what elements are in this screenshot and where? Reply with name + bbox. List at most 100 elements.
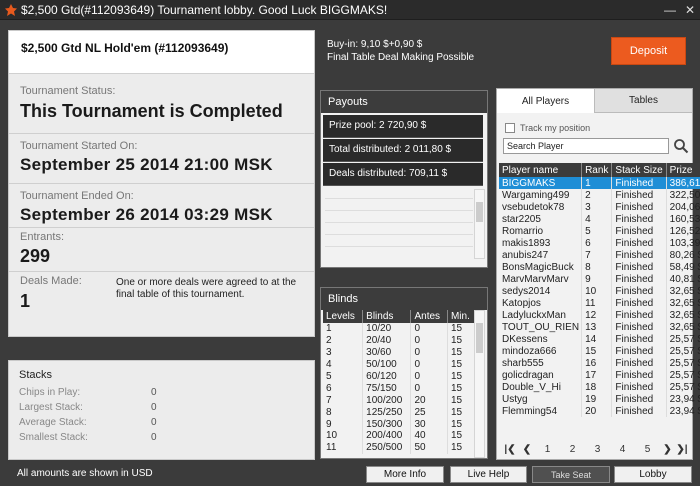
player-row[interactable]: DKessens 14 Finished 25,57 $ bbox=[499, 333, 700, 345]
blinds-cell: 60/120 bbox=[362, 370, 412, 383]
status-label: Tournament Status: bbox=[20, 85, 116, 97]
track-checkbox[interactable] bbox=[505, 123, 515, 133]
player-cell: golicdragan bbox=[499, 369, 583, 381]
more-info-button[interactable]: More Info bbox=[366, 466, 444, 483]
live-help-button[interactable]: Live Help bbox=[450, 466, 527, 483]
player-cell: 32,65 $ bbox=[666, 285, 700, 297]
player-row[interactable]: LadyluckxMan 12 Finished 32,65 $ bbox=[499, 309, 700, 321]
player-cell: MarvMarvMarv bbox=[499, 273, 583, 285]
blinds-row: 5 60/120 0 15 bbox=[323, 370, 478, 383]
player-row[interactable]: Flemming54 20 Finished 23,94 $ bbox=[499, 405, 700, 417]
col-player-name[interactable]: Player name bbox=[499, 163, 583, 177]
player-cell: Finished bbox=[611, 357, 667, 369]
scroll-thumb[interactable] bbox=[476, 323, 483, 353]
next-page-icon[interactable]: ❯ bbox=[660, 444, 675, 455]
status-value: This Tournament is Completed bbox=[20, 101, 283, 121]
page-1[interactable]: 1 bbox=[535, 444, 560, 455]
search-player-input[interactable] bbox=[503, 138, 669, 154]
player-row[interactable]: star22054Finished160,53 $ bbox=[499, 213, 700, 225]
track-position[interactable]: Track my position bbox=[505, 123, 590, 133]
player-row[interactable]: makis18936Finished103,39 $ bbox=[499, 237, 700, 249]
page-4[interactable]: 4 bbox=[610, 444, 635, 455]
tab-all-players[interactable]: All Players bbox=[497, 89, 595, 113]
player-cell: Ustyg bbox=[499, 393, 583, 405]
blinds-cell: 20/40 bbox=[362, 334, 412, 347]
blinds-cell: 15 bbox=[447, 346, 478, 359]
blinds-cell: 20 bbox=[410, 394, 448, 407]
blinds-panel: Blinds Levels Blinds Antes Min. 1 10/20 0 1… bbox=[320, 287, 488, 459]
player-row[interactable]: Katopjos 11 Finished 32,65 $ bbox=[499, 297, 700, 309]
player-cell: 25,57 $ bbox=[666, 333, 700, 345]
player-row[interactable]: Romarrio5Finished126,52 $ bbox=[499, 225, 700, 237]
minimize-button[interactable]: — bbox=[660, 2, 680, 18]
close-button[interactable]: ✕ bbox=[680, 2, 700, 18]
deposit-button[interactable]: Deposit bbox=[611, 37, 686, 65]
page-5[interactable]: 5 bbox=[635, 444, 660, 455]
player-row[interactable]: mindoza666 15 Finished 25,57 $ bbox=[499, 345, 700, 357]
page-2[interactable]: 2 bbox=[560, 444, 585, 455]
col-min[interactable]: Min. bbox=[447, 310, 478, 323]
payouts-panel: Payouts Prize pool: 2 720,90 $ Total dis… bbox=[320, 90, 488, 268]
stack-row: Average Stack: 0 bbox=[19, 417, 304, 432]
player-row[interactable]: BIGGMAKS1Finished386,61 $ bbox=[499, 177, 700, 189]
lobby-button[interactable]: Lobby bbox=[614, 466, 692, 483]
player-cell: 32,65 $ bbox=[666, 309, 700, 321]
blinds-row: 4 50/100 0 15 bbox=[323, 358, 478, 371]
payout-row: Prize pool: 2 720,90 $ bbox=[323, 115, 483, 138]
col-blinds[interactable]: Blinds bbox=[362, 310, 412, 323]
page-3[interactable]: 3 bbox=[585, 444, 610, 455]
player-row[interactable]: anubis247 7 Finished 80,26 $ bbox=[499, 249, 700, 261]
blinds-row: 7 100/200 20 15 bbox=[323, 394, 478, 407]
col-levels[interactable]: Levels bbox=[323, 310, 364, 323]
blinds-cell: 50 bbox=[410, 441, 448, 454]
player-row[interactable]: Ustyg 19 Finished 23,94 $ bbox=[499, 393, 700, 405]
blinds-row: 11 250/500 50 15 bbox=[323, 441, 478, 454]
blinds-cell: 0 bbox=[410, 323, 448, 335]
player-cell: sharb555 bbox=[499, 357, 583, 369]
player-cell: 103,39 $ bbox=[666, 237, 700, 249]
player-row[interactable]: golicdragan 17 Finished 25,57 $ bbox=[499, 369, 700, 381]
player-row[interactable]: MarvMarvMarv 9 Finished 40,81 $ bbox=[499, 273, 700, 285]
first-page-icon[interactable]: |❮ bbox=[501, 444, 519, 455]
blinds-cell: 15 bbox=[447, 430, 478, 442]
player-cell: 9 bbox=[581, 273, 613, 285]
payouts-scrollbar[interactable] bbox=[474, 189, 485, 259]
player-cell: 23,94 $ bbox=[666, 405, 700, 417]
player-cell: 126,52 $ bbox=[666, 225, 700, 237]
player-row[interactable]: sharb555 16 Finished 25,57 $ bbox=[499, 357, 700, 369]
player-row[interactable]: sedys2014 10 Finished 32,65 $ bbox=[499, 285, 700, 297]
payout-row: Deals distributed: 709,11 $ bbox=[323, 163, 483, 186]
blinds-cell: 3 bbox=[323, 346, 364, 359]
player-cell: 80,26 $ bbox=[666, 249, 700, 261]
player-row[interactable]: vsebudetok783Finished204,06 $ bbox=[499, 201, 700, 213]
player-cell: 20 bbox=[581, 405, 613, 417]
player-row[interactable]: Double_V_Hi 18 Finished 25,57 $ bbox=[499, 381, 700, 393]
player-cell: Finished bbox=[611, 405, 667, 417]
player-cell: 17 bbox=[581, 369, 613, 381]
player-cell: 2 bbox=[581, 189, 613, 201]
blinds-scrollbar[interactable] bbox=[474, 310, 485, 458]
col-prize[interactable]: Prize bbox=[666, 163, 700, 177]
payout-empty-row bbox=[325, 211, 473, 223]
take-seat-button[interactable]: Take Seat bbox=[532, 466, 610, 483]
player-row[interactable]: TOUT_OU_RIEN 13 Finished 32,65 $ bbox=[499, 321, 700, 333]
entrants-label: Entrants: bbox=[20, 231, 65, 243]
col-stack-size[interactable]: Stack Size bbox=[611, 163, 667, 177]
col-rank[interactable]: Rank bbox=[581, 163, 613, 177]
player-cell: 25,57 $ bbox=[666, 369, 700, 381]
player-cell: 25,57 $ bbox=[666, 345, 700, 357]
player-cell: Finished bbox=[611, 297, 667, 309]
prev-page-icon[interactable]: ❮ bbox=[519, 444, 535, 455]
scroll-thumb[interactable] bbox=[476, 202, 483, 222]
search-icon[interactable] bbox=[673, 138, 689, 154]
player-row[interactable]: Wargaming4992Finished322,50 $ bbox=[499, 189, 700, 201]
last-page-icon[interactable]: ❯| bbox=[675, 444, 689, 455]
blinds-cell: 1 bbox=[323, 323, 364, 335]
player-cell: Finished bbox=[611, 309, 667, 321]
stack-row: Smallest Stack: 0 bbox=[19, 432, 304, 447]
blinds-row: 1 10/20 0 15 bbox=[323, 323, 478, 335]
player-row[interactable]: BonsMagicBuck 8 Finished 58,49 $ bbox=[499, 261, 700, 273]
col-antes[interactable]: Antes bbox=[410, 310, 448, 323]
blinds-cell: 0 bbox=[410, 358, 448, 371]
tab-tables[interactable]: Tables bbox=[595, 89, 692, 113]
